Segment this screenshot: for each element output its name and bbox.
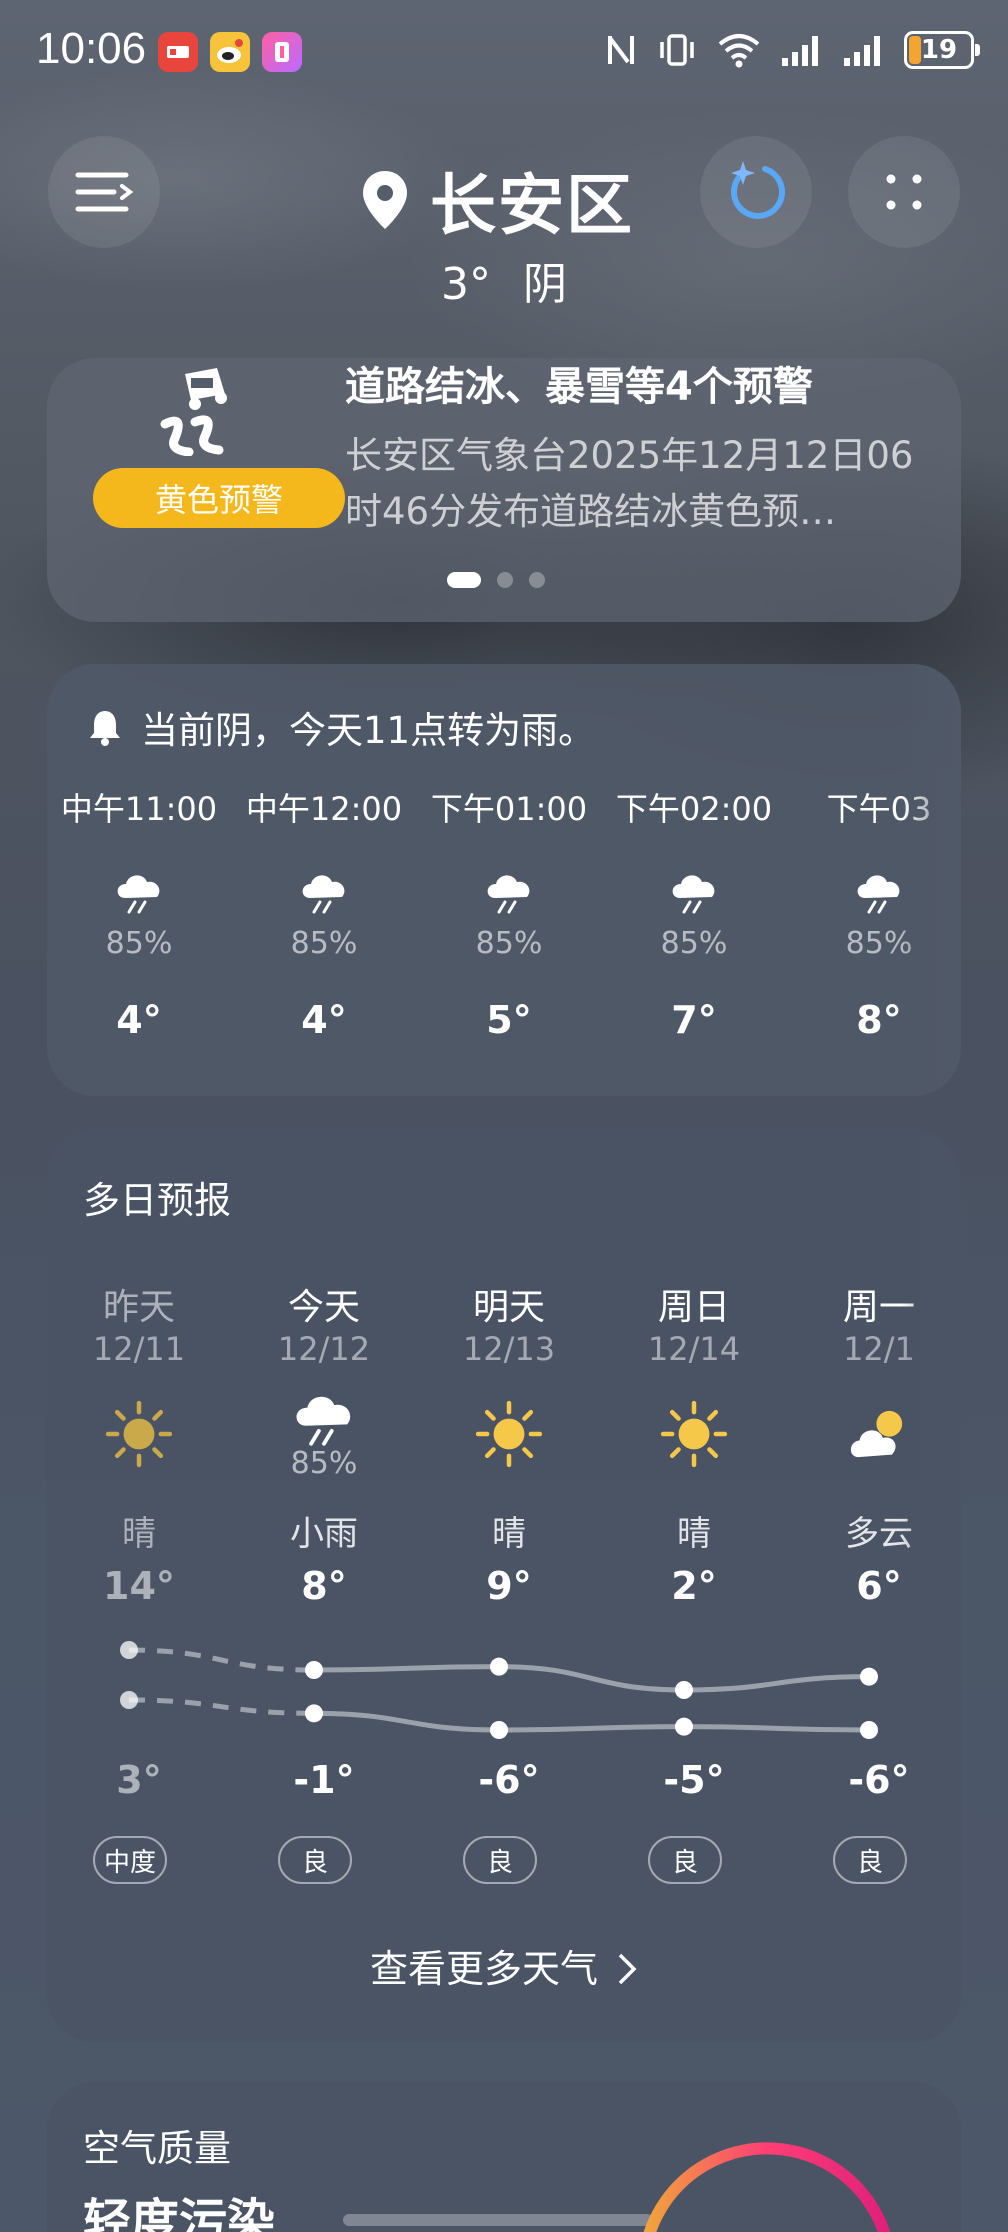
weibo-icon: [210, 32, 250, 72]
high-temp-line-segment: [313, 1664, 500, 1673]
rain-cloud-icon: [111, 864, 167, 924]
notification-app-icon: [158, 32, 198, 72]
low-temp-line-segment: [498, 1724, 685, 1733]
low-temp-line-point: [860, 1721, 878, 1739]
alert-title: 道路结冰、暴雪等4个预警: [345, 364, 813, 410]
menu-icon: [75, 172, 134, 212]
pager-dot: [497, 572, 513, 588]
air-quality-card[interactable]: 空气质量 轻度污染: [47, 2082, 961, 2232]
low-temp-line-point: [675, 1717, 693, 1736]
rain-cloud-icon: [481, 864, 537, 924]
low-temp-line-point: [490, 1721, 508, 1739]
location-header[interactable]: 长安区: [360, 152, 634, 248]
high-temp-line-point: [860, 1667, 878, 1686]
temperature-trend-chart: [120, 1641, 878, 1739]
multi-day-forecast-card[interactable]: 多日预报 昨天 12/11 晴 14° 3° 中度 今天 12/12 85% 小…: [47, 1130, 961, 2042]
wifi-icon: [718, 34, 760, 68]
hour-temp: 4°: [116, 998, 162, 1042]
air-quality-title: 空气质量: [83, 2127, 231, 2170]
more-weather-link[interactable]: 查看更多天气: [47, 1938, 961, 1993]
current-weather: 3° 阴: [0, 248, 1008, 312]
bell-icon: [90, 711, 120, 746]
high-temp-line-point: [120, 1641, 138, 1659]
more-options-button[interactable]: [848, 136, 960, 248]
hour-temp: 5°: [486, 998, 532, 1042]
low-temp-line-segment: [128, 1697, 315, 1716]
signal-icon: [782, 36, 818, 66]
status-icons: 19: [604, 30, 980, 70]
notification-app-icon-2: [262, 32, 302, 72]
high-temp-line-segment: [498, 1664, 685, 1693]
high-temp-line-point: [490, 1657, 508, 1676]
signal-icon-2: [844, 36, 880, 66]
high-temp-line-point: [675, 1681, 693, 1699]
ai-sparkle-icon: [731, 161, 785, 219]
precip-chance: 85%: [290, 926, 358, 961]
ai-assistant-button[interactable]: [700, 136, 812, 248]
nfc-icon: [608, 36, 634, 64]
hour-temp: 7°: [671, 998, 717, 1042]
chevron-right-icon: [618, 1953, 637, 1985]
pager-dot-active: [447, 572, 481, 588]
current-condition: 阴: [523, 259, 567, 310]
low-temp-line-point: [120, 1691, 138, 1709]
aqi-gauge: [643, 2142, 891, 2232]
status-bar: 10:06 19: [0, 0, 1008, 104]
hour-label: 中午12:00: [245, 790, 403, 828]
menu-button[interactable]: [48, 136, 160, 248]
icy-road-icon: [160, 368, 227, 456]
high-temp-line-segment: [683, 1674, 870, 1693]
rain-cloud-icon: [296, 864, 352, 924]
vibrate-icon: [660, 34, 694, 66]
current-temp: 3°: [441, 259, 491, 310]
rain-cloud-icon: [666, 864, 722, 924]
low-temp-line-segment: [683, 1724, 870, 1733]
air-quality-level: 轻度污染: [83, 2194, 276, 2232]
precip-chance: 85%: [660, 926, 728, 961]
pager-dot: [529, 572, 545, 588]
location-name: 长安区: [430, 167, 634, 244]
hourly-summary: 当前阴，今天11点转为雨。: [87, 700, 595, 754]
low-temp-line-segment: [313, 1710, 500, 1733]
rain-cloud-icon: [851, 864, 907, 924]
grid-dots-icon: [886, 174, 922, 210]
alert-body: 长安区气象台2025年12月12日06时46分发布道路结冰黄色预…: [345, 434, 914, 533]
status-time: 10:06: [36, 24, 147, 73]
hourly-forecast-card[interactable]: 当前阴，今天11点转为雨。 中午11:00 85% 4° 中午12:00 85%…: [47, 664, 961, 1096]
hour-label: 下午02:00: [615, 790, 773, 828]
hour-label: 中午11:00: [60, 790, 218, 828]
precip-chance: 85%: [105, 926, 173, 961]
precip-chance: 85%: [475, 926, 543, 961]
battery-icon: 19: [904, 31, 980, 69]
location-pin-icon: [363, 171, 407, 229]
alert-pager: [447, 572, 545, 588]
hour-temp: 4°: [301, 998, 347, 1042]
low-temp-line-point: [305, 1704, 323, 1723]
alert-level-badge: 黄色预警: [93, 468, 345, 528]
hour-label: 下午01:00: [430, 790, 588, 828]
high-temp-line-point: [305, 1661, 323, 1679]
weather-alert-card[interactable]: 黄色预警 道路结冰、暴雪等4个预警 长安区气象台2025年12月12日06时46…: [47, 358, 961, 622]
high-temp-line-segment: [128, 1647, 315, 1673]
